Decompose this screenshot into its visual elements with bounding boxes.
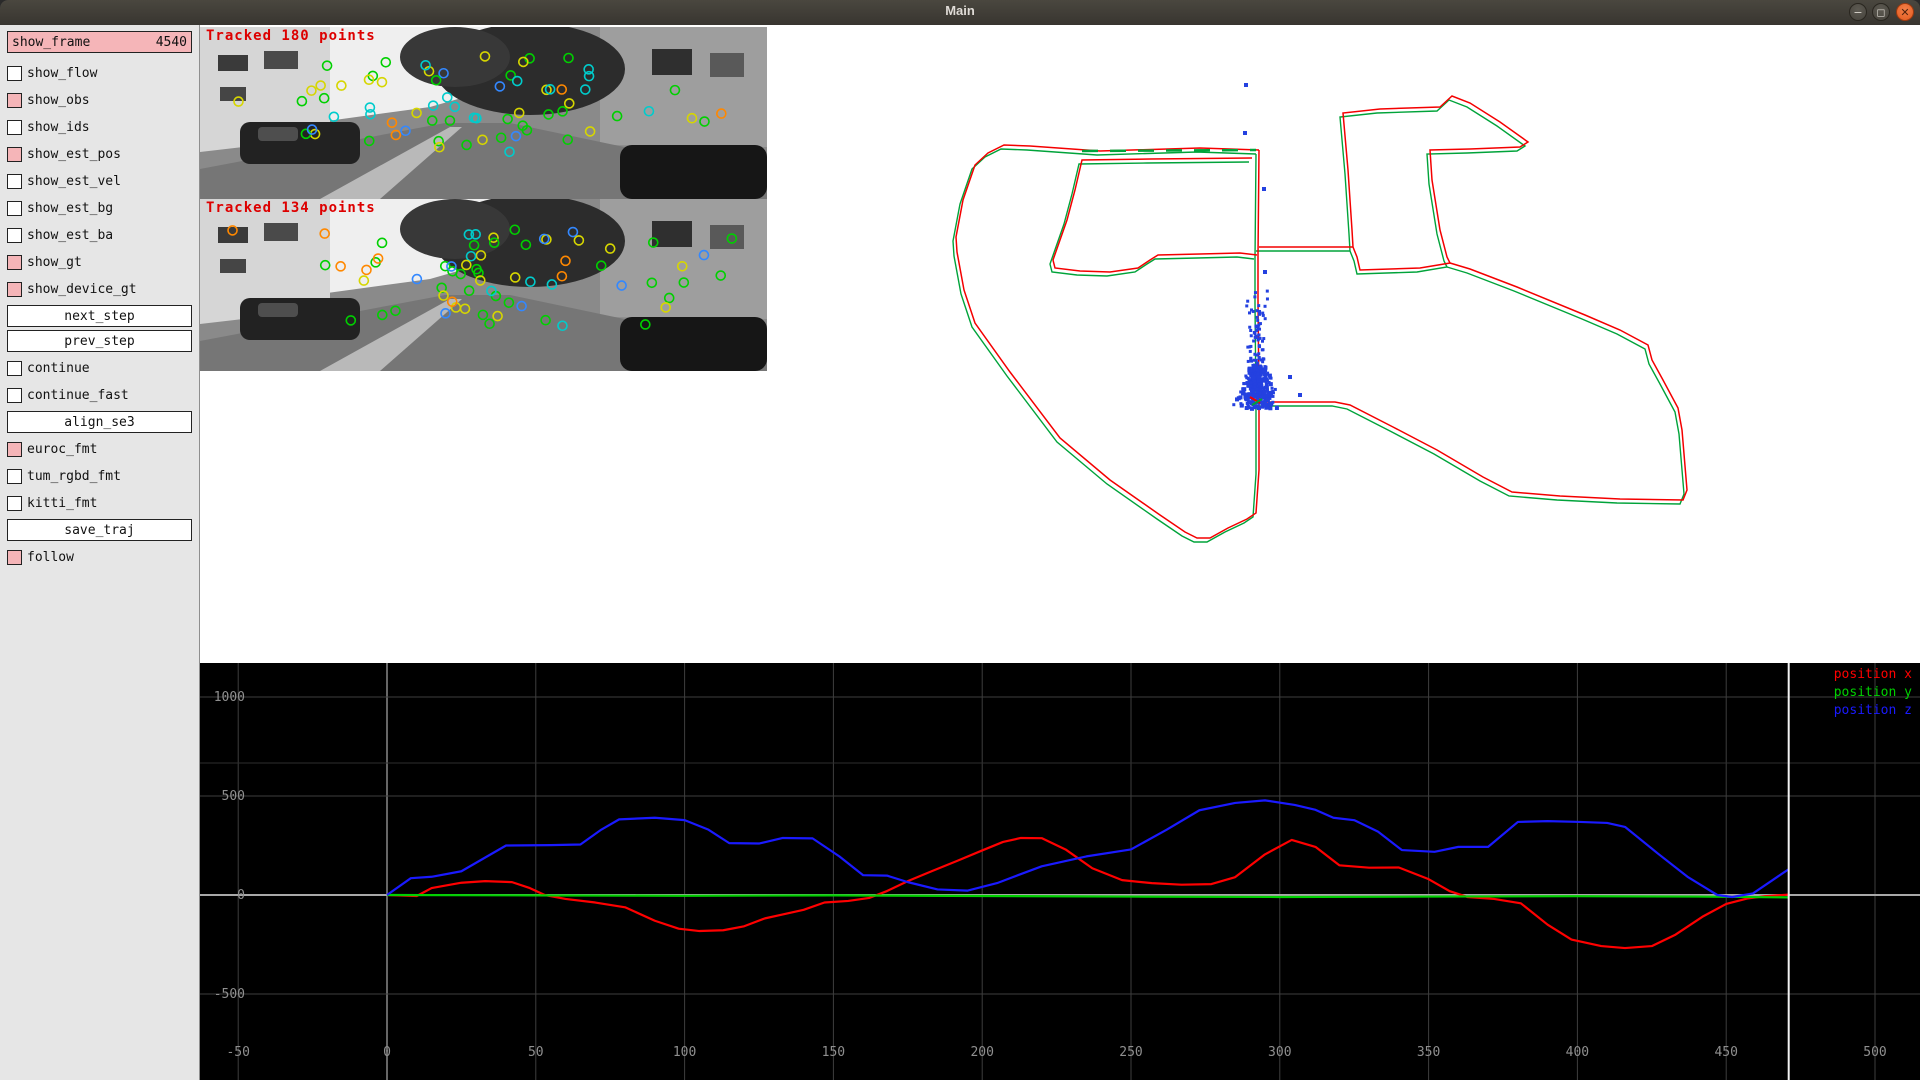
checkbox-label: kitti_fmt — [27, 496, 97, 511]
checkbox-row-show_est_ba[interactable]: show_est_ba — [7, 222, 192, 249]
var-value: 4540 — [156, 35, 187, 50]
show_obs-checkbox[interactable] — [7, 93, 22, 108]
var-label: show_frame — [12, 35, 90, 50]
main-window: Main − ◻ ✕ show_frame 4540 show_flow show_o… — [0, 0, 1920, 1080]
show_est_pos-checkbox[interactable] — [7, 147, 22, 162]
checkbox-label: show_flow — [27, 66, 97, 81]
svg-text:1000: 1000 — [214, 690, 245, 705]
svg-text:350: 350 — [1417, 1045, 1440, 1060]
camera-right-scene — [200, 199, 767, 371]
continue_fast-checkbox[interactable] — [7, 388, 22, 403]
svg-text:400: 400 — [1566, 1045, 1589, 1060]
checkbox-row-show_gt[interactable]: show_gt — [7, 249, 192, 276]
checkbox-row-tum_rgbd_fmt[interactable]: tum_rgbd_fmt — [7, 463, 192, 490]
follow-checkbox[interactable] — [7, 550, 22, 565]
checkbox-row-follow[interactable]: follow — [7, 544, 192, 571]
camera-image-left: Tracked 180 points — [200, 27, 767, 199]
checkbox-label: continue_fast — [27, 388, 129, 403]
checkbox-row-euroc_fmt[interactable]: euroc_fmt — [7, 436, 192, 463]
next_step-button[interactable]: next_step — [7, 305, 192, 327]
title-bar[interactable]: Main − ◻ ✕ — [0, 0, 1920, 26]
checkbox-row-show_ids[interactable]: show_ids — [7, 114, 192, 141]
align_se3-button[interactable]: align_se3 — [7, 411, 192, 433]
checkbox-label: euroc_fmt — [27, 442, 97, 457]
save_traj-button[interactable]: save_traj — [7, 519, 192, 541]
svg-text:450: 450 — [1714, 1045, 1737, 1060]
checkbox-label: follow — [27, 550, 74, 565]
continue-checkbox[interactable] — [7, 361, 22, 376]
kitti_fmt-checkbox[interactable] — [7, 496, 22, 511]
tracked-points-label-left: Tracked 180 points — [206, 28, 376, 44]
svg-text:-500: -500 — [214, 987, 245, 1002]
svg-text:-50: -50 — [226, 1045, 249, 1060]
show_est_ba-checkbox[interactable] — [7, 228, 22, 243]
checkbox-label: show_obs — [27, 93, 90, 108]
position-plot[interactable]: 10005000-500-500501001502002503003504004… — [200, 663, 1920, 1080]
svg-text:100: 100 — [673, 1045, 696, 1060]
maximize-icon: ◻ — [1876, 6, 1885, 19]
svg-text:50: 50 — [528, 1045, 544, 1060]
svg-text:0: 0 — [383, 1045, 391, 1060]
plot-legend: position xposition yposition z — [1834, 666, 1912, 720]
checkbox-row-show_est_pos[interactable]: show_est_pos — [7, 141, 192, 168]
show_flow-checkbox[interactable] — [7, 66, 22, 81]
minimize-icon: − — [1853, 6, 1862, 19]
checkbox-label: tum_rgbd_fmt — [27, 469, 121, 484]
checkbox-label: show_ids — [27, 120, 90, 135]
tracked-points-label-right: Tracked 134 points — [206, 200, 376, 216]
checkbox-label: show_est_ba — [27, 228, 113, 243]
checkbox-label: continue — [27, 361, 90, 376]
plot-canvas[interactable]: 10005000-500-500501001502002503003504004… — [200, 663, 1920, 1080]
checkbox-row-show_device_gt[interactable]: show_device_gt — [7, 276, 192, 303]
checkbox-label: show_est_pos — [27, 147, 121, 162]
checkbox-row-kitti_fmt[interactable]: kitti_fmt — [7, 490, 192, 517]
checkbox-label: show_device_gt — [27, 282, 137, 297]
legend-entry-position-z: position z — [1834, 702, 1912, 720]
control-panel: show_frame4540show_flowshow_obsshow_idss… — [0, 25, 200, 1080]
svg-text:300: 300 — [1268, 1045, 1291, 1060]
legend-entry-position-x: position x — [1834, 666, 1912, 684]
euroc_fmt-checkbox[interactable] — [7, 442, 22, 457]
close-button[interactable]: ✕ — [1896, 3, 1914, 21]
checkbox-label: show_gt — [27, 255, 82, 270]
checkbox-row-continue[interactable]: continue — [7, 355, 192, 382]
checkbox-label: show_est_bg — [27, 201, 113, 216]
svg-text:200: 200 — [970, 1045, 993, 1060]
prev_step-button[interactable]: prev_step — [7, 330, 192, 352]
show_device_gt-checkbox[interactable] — [7, 282, 22, 297]
checkbox-label: show_est_vel — [27, 174, 121, 189]
checkbox-row-continue_fast[interactable]: continue_fast — [7, 382, 192, 409]
camera-image-right: Tracked 134 points — [200, 199, 767, 371]
close-icon: ✕ — [1900, 6, 1909, 19]
checkbox-row-show_obs[interactable]: show_obs — [7, 87, 192, 114]
window-title: Main — [0, 3, 1920, 18]
checkbox-row-show_est_bg[interactable]: show_est_bg — [7, 195, 192, 222]
svg-text:150: 150 — [822, 1045, 845, 1060]
camera-left-scene — [200, 27, 767, 199]
show_est_vel-checkbox[interactable] — [7, 174, 22, 189]
svg-text:500: 500 — [222, 789, 245, 804]
show_gt-checkbox[interactable] — [7, 255, 22, 270]
checkbox-row-show_flow[interactable]: show_flow — [7, 60, 192, 87]
tum_rgbd_fmt-checkbox[interactable] — [7, 469, 22, 484]
trajectory-view[interactable]: Tracked 180 points Tracked 134 points — [200, 25, 1920, 663]
var-show_frame[interactable]: show_frame 4540 — [7, 31, 192, 53]
show_ids-checkbox[interactable] — [7, 120, 22, 135]
legend-entry-position-y: position y — [1834, 684, 1912, 702]
svg-text:500: 500 — [1863, 1045, 1886, 1060]
checkbox-row-show_est_vel[interactable]: show_est_vel — [7, 168, 192, 195]
svg-text:250: 250 — [1119, 1045, 1142, 1060]
svg-text:0: 0 — [237, 888, 245, 903]
minimize-button[interactable]: − — [1849, 3, 1867, 21]
show_est_bg-checkbox[interactable] — [7, 201, 22, 216]
maximize-button[interactable]: ◻ — [1872, 3, 1890, 21]
